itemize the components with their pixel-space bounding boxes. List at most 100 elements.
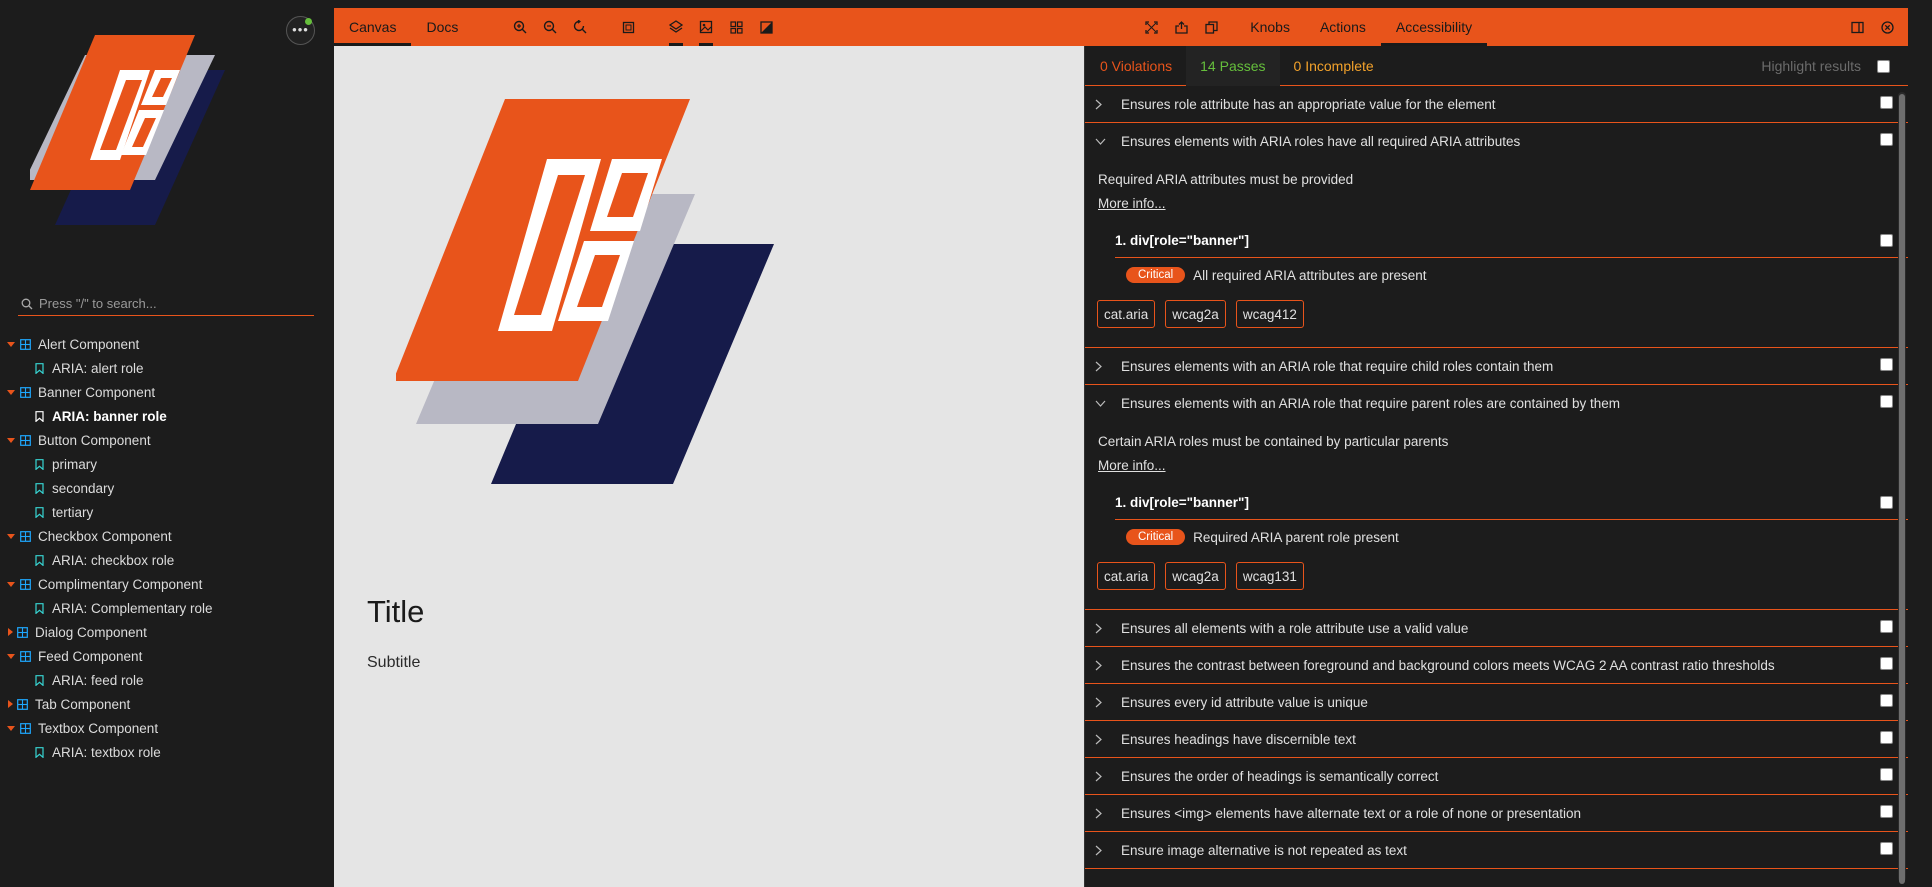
rule-tag[interactable]: cat.aria	[1097, 562, 1156, 590]
rule-highlight-checkbox[interactable]	[1880, 620, 1893, 633]
image-button[interactable]	[691, 8, 721, 46]
rule-tag[interactable]: wcag2a	[1165, 562, 1226, 590]
sidebar-component[interactable]: Complimentary Component	[0, 572, 334, 596]
rule-item[interactable]: Ensures elements with an ARIA role that …	[1085, 348, 1908, 385]
sidebar-component[interactable]: Checkbox Component	[0, 524, 334, 548]
search-input[interactable]	[39, 296, 299, 311]
zoom-in-button[interactable]	[505, 8, 535, 46]
rule-toggle	[1095, 361, 1107, 372]
grid-button[interactable]	[721, 8, 751, 46]
sidebar-component[interactable]: Button Component	[0, 428, 334, 452]
sidebar-component[interactable]: Banner Component	[0, 380, 334, 404]
sidebar-story[interactable]: ARIA: textbox role	[0, 740, 334, 764]
sidebar-component[interactable]: Feed Component	[0, 644, 334, 668]
fullscreen-button[interactable]	[1136, 8, 1166, 46]
bookmark-icon	[35, 554, 44, 566]
sidebar-story[interactable]: ARIA: alert role	[0, 356, 334, 380]
rule-item[interactable]: Ensures the contrast between foreground …	[1085, 647, 1908, 684]
sidebar-story-label: ARIA: Complementary role	[52, 600, 213, 616]
tab-knobs[interactable]: Knobs	[1235, 8, 1305, 46]
rule-tag[interactable]: wcag2a	[1165, 300, 1226, 328]
tab-incomplete[interactable]: 0 Incomplete	[1280, 46, 1388, 86]
rule-tag[interactable]: wcag131	[1235, 562, 1304, 590]
rule-highlight-checkbox[interactable]	[1880, 395, 1893, 408]
sidebar-component-label: Alert Component	[38, 336, 140, 352]
rule-tag[interactable]: cat.aria	[1097, 300, 1156, 328]
component-icon	[17, 698, 28, 710]
more-info-link[interactable]: More info...	[1085, 458, 1908, 486]
sidebar-story-label: secondary	[52, 480, 115, 496]
rule-item[interactable]: Ensures the order of headings is semanti…	[1085, 758, 1908, 795]
sidebar-component[interactable]: Dialog Component	[0, 620, 334, 644]
search-icon	[21, 298, 33, 309]
sidebar-story[interactable]: ARIA: banner role	[0, 404, 334, 428]
close-panel-button[interactable]	[1872, 8, 1902, 46]
rule-tags: cat.aria wcag2a wcag131	[1085, 554, 1908, 610]
rule-highlight-checkbox[interactable]	[1880, 133, 1893, 146]
sidebar-story-label: ARIA: checkbox role	[52, 552, 175, 568]
share-button[interactable]	[1166, 8, 1196, 46]
rule-item[interactable]: Ensure image alternative is not repeated…	[1085, 832, 1908, 869]
sidebar-story[interactable]: primary	[0, 452, 334, 476]
component-icon	[20, 338, 31, 350]
rule-highlight-checkbox[interactable]	[1880, 805, 1893, 818]
rule-highlight-checkbox[interactable]	[1880, 768, 1893, 781]
sidebar-component-label: Button Component	[38, 432, 151, 448]
background-button[interactable]	[613, 8, 643, 46]
tab-actions[interactable]: Actions	[1305, 8, 1381, 46]
chevron-down-icon	[7, 581, 15, 587]
tab-docs[interactable]: Docs	[411, 8, 473, 46]
element-selector: 1. div[role="banner"]	[1115, 233, 1249, 248]
page-subtitle: Subtitle	[367, 654, 421, 671]
more-info-link[interactable]: More info...	[1085, 196, 1908, 224]
rule-highlight-checkbox[interactable]	[1880, 657, 1893, 670]
contrast-button[interactable]	[751, 8, 781, 46]
scrollbar[interactable]	[1898, 92, 1906, 884]
rule-item[interactable]: Ensures every id attribute value is uniq…	[1085, 684, 1908, 721]
rule-tag[interactable]: wcag412	[1235, 300, 1304, 328]
copy-button[interactable]	[1196, 8, 1226, 46]
rule-item[interactable]: Ensures elements with ARIA roles have al…	[1085, 123, 1908, 160]
tab-violations[interactable]: 0 Violations	[1085, 46, 1186, 86]
menu-button[interactable]: •••	[286, 16, 315, 45]
outline-button[interactable]	[661, 8, 691, 46]
scrollbar-thumb[interactable]	[1899, 94, 1905, 884]
rule-highlight-checkbox[interactable]	[1880, 96, 1893, 109]
rule-title: Ensures every id attribute value is uniq…	[1121, 694, 1368, 710]
tab-passes[interactable]: 14 Passes	[1186, 46, 1280, 86]
node-highlight-checkbox[interactable]	[1880, 234, 1893, 247]
sidebar-story[interactable]: tertiary	[0, 500, 334, 524]
rules-list: Ensures role attribute has an appropriat…	[1085, 86, 1908, 869]
sidebar-component[interactable]: Alert Component	[0, 332, 334, 356]
rule-highlight-checkbox[interactable]	[1880, 358, 1893, 371]
rule-description: Certain ARIA roles must be contained by …	[1098, 434, 1449, 449]
rule-details: Required ARIA attributes must be provide…	[1085, 160, 1908, 348]
tab-canvas[interactable]: Canvas	[334, 8, 412, 46]
rule-toggle	[1095, 845, 1107, 856]
node-highlight-checkbox[interactable]	[1880, 496, 1893, 509]
element-node[interactable]: 1. div[role="banner"]	[1115, 224, 1908, 258]
rule-highlight-checkbox[interactable]	[1880, 731, 1893, 744]
rule-highlight-checkbox[interactable]	[1880, 694, 1893, 707]
sidebar-component[interactable]: Tab Component	[0, 692, 334, 716]
rule-item[interactable]: Ensures <img> elements have alternate te…	[1085, 795, 1908, 832]
result-message: All required ARIA attributes are present	[1193, 267, 1427, 283]
rule-item[interactable]: Ensures role attribute has an appropriat…	[1085, 86, 1908, 123]
sidebar-story[interactable]: ARIA: feed role	[0, 668, 334, 692]
highlight-results-checkbox[interactable]	[1877, 59, 1890, 73]
tab-accessibility[interactable]: Accessibility	[1380, 8, 1488, 46]
sidebar-story[interactable]: ARIA: Complementary role	[0, 596, 334, 620]
panel-orientation-button[interactable]	[1842, 8, 1872, 46]
element-node[interactable]: 1. div[role="banner"]	[1115, 486, 1908, 520]
rule-item[interactable]: Ensures all elements with a role attribu…	[1085, 610, 1908, 647]
sidebar-component[interactable]: Textbox Component	[0, 716, 334, 740]
component-icon	[20, 434, 31, 446]
rule-item[interactable]: Ensures elements with an ARIA role that …	[1085, 385, 1908, 422]
zoom-reset-button[interactable]	[565, 8, 595, 46]
sidebar-story[interactable]: ARIA: checkbox role	[0, 548, 334, 572]
rule-item[interactable]: Ensures headings have discernible text	[1085, 721, 1908, 758]
search-box	[18, 292, 314, 316]
sidebar-story[interactable]: secondary	[0, 476, 334, 500]
rule-highlight-checkbox[interactable]	[1880, 842, 1893, 855]
zoom-out-button[interactable]	[535, 8, 565, 46]
